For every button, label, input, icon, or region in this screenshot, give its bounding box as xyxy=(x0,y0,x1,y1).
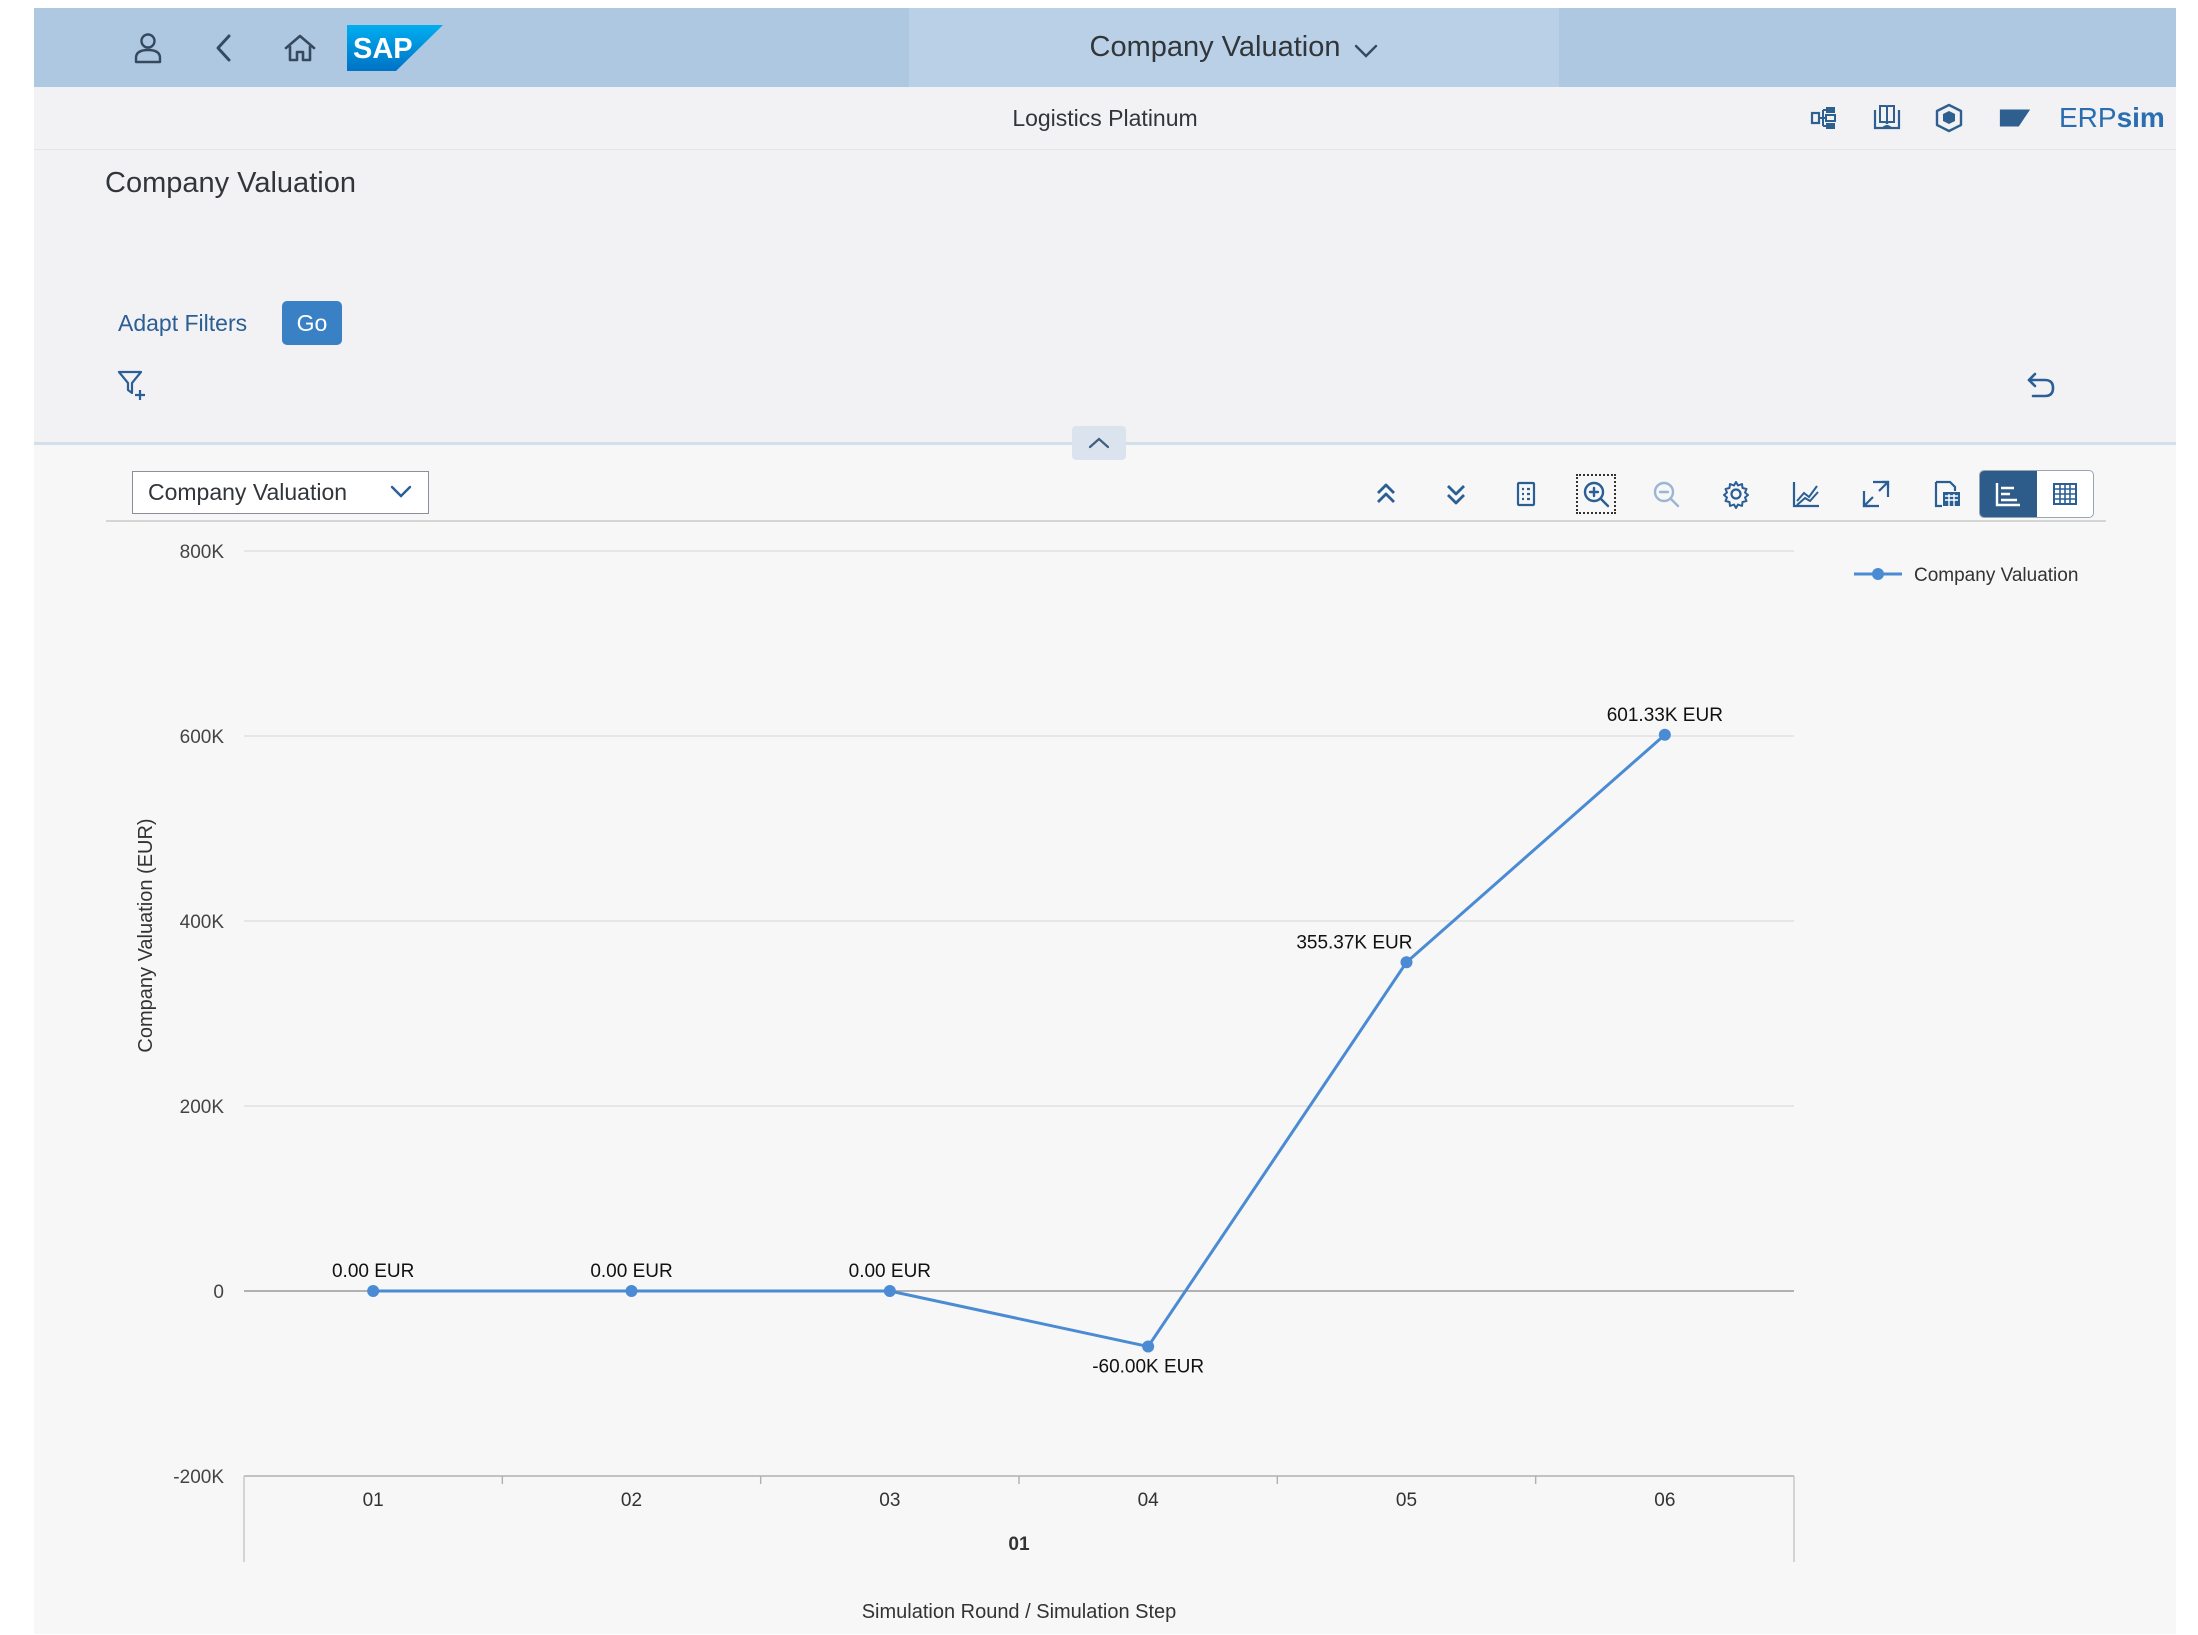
y-tick-label: 200K xyxy=(180,1097,225,1118)
data-label: 601.33K EUR xyxy=(1607,705,1723,726)
data-label: -60.00K EUR xyxy=(1092,1357,1204,1378)
data-label: 355.37K EUR xyxy=(1296,932,1412,953)
data-label: 0.00 EUR xyxy=(849,1261,931,1282)
series-line xyxy=(373,733,1666,1349)
x-tick-label: 01 xyxy=(363,1490,384,1511)
x-group-label: 01 xyxy=(1008,1534,1030,1555)
data-point xyxy=(367,1285,380,1297)
data-point xyxy=(1658,728,1671,741)
legend-marker xyxy=(1872,568,1884,580)
y-tick-label: -200K xyxy=(173,1467,224,1488)
x-tick-label: 04 xyxy=(1138,1490,1160,1511)
x-tick-label: 06 xyxy=(1654,1490,1675,1511)
data-label: 0.00 EUR xyxy=(590,1261,672,1282)
data-label: 0.00 EUR xyxy=(332,1261,414,1282)
data-point xyxy=(1400,956,1413,969)
x-tick-label: 05 xyxy=(1396,1490,1417,1511)
y-tick-label: 0 xyxy=(213,1282,224,1303)
y-tick-label: 600K xyxy=(180,727,225,748)
line-chart: -200K 0 200K 400K 600K 800K 01 02 03 04 05 06 01 Simu… xyxy=(135,542,2078,1623)
x-tick-label: 03 xyxy=(879,1490,900,1511)
y-axis-title: Company Valuation (EUR) xyxy=(135,818,157,1052)
data-point xyxy=(1142,1340,1155,1353)
x-axis-title: Simulation Round / Simulation Step xyxy=(862,1601,1177,1623)
y-tick-label: 800K xyxy=(180,542,225,563)
app-frame: SAP Company Valuation Logistics Platinum… xyxy=(34,8,2176,1634)
x-tick-label: 02 xyxy=(621,1490,642,1511)
legend-label: Company Valuation xyxy=(1914,565,2078,586)
data-point xyxy=(883,1285,896,1297)
y-tick-label: 400K xyxy=(180,912,225,933)
data-point xyxy=(625,1285,638,1297)
